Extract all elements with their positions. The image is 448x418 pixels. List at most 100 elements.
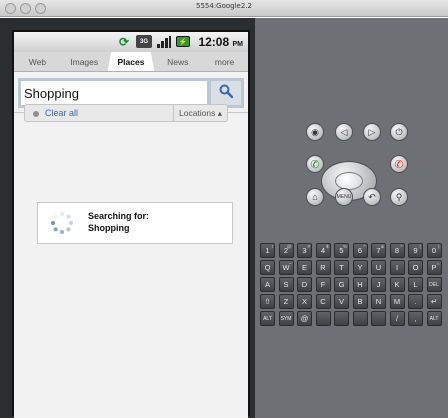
window-titlebar: 5554:Google2.2 [0,0,448,17]
key-sup-*: * [400,244,403,249]
key-V[interactable]: V [334,294,349,309]
key-space[interactable] [371,311,386,326]
key-S[interactable]: S [278,277,294,292]
power-icon[interactable]: ⏻ [390,123,408,141]
key-Y[interactable]: Y [352,260,368,275]
dpad-center-button[interactable] [335,172,363,190]
key-sup-(: ( [419,244,422,249]
signal-icon [156,35,172,48]
key-X[interactable]: X [297,294,312,309]
search-tabs: Web Images Places News more [14,52,248,72]
key-sup-$: $ [325,244,329,249]
key-sup-&: & [380,244,384,249]
key-space[interactable] [352,311,368,326]
key-3[interactable]: 3 # [297,243,312,258]
key-sup-~: ~ [288,261,292,266]
home-icon[interactable]: ⌂ [306,188,324,206]
key-space[interactable] [315,311,331,326]
key-H[interactable]: H [352,277,368,292]
key-G[interactable]: G [334,277,349,292]
key-5[interactable]: 5% [334,243,349,258]
key-9[interactable]: 9( [408,243,423,258]
key-I[interactable]: I [389,260,405,275]
menu-icon[interactable]: MENU [335,188,353,206]
key-L[interactable]: L [408,277,423,292]
key-↵[interactable]: ↵ [426,294,442,309]
key-T[interactable]: T [334,260,349,275]
key-SYM[interactable]: SYM [278,311,294,326]
spinner-icon [51,212,73,234]
key-1[interactable]: 1! [260,243,275,258]
key-K[interactable]: K [389,277,405,292]
key-C[interactable]: C [315,294,331,309]
back-icon[interactable]: ↶ [363,188,381,206]
clear-all-button[interactable]: Clear all [45,108,78,118]
sync-icon: ⟳ [118,34,130,49]
key-D[interactable]: D [297,277,312,292]
key-space[interactable] [334,311,349,326]
tab-web[interactable]: Web [14,52,61,71]
search-hard-icon[interactable]: ⚲ [390,188,408,206]
key-0[interactable]: 0) [426,243,442,258]
key-Z[interactable]: Z [278,294,294,309]
end-call-icon[interactable]: ✆ [390,155,408,173]
key-8[interactable]: 8 * [389,243,405,258]
tab-news[interactable]: News [154,52,201,71]
key-sup-=: = [436,261,440,266]
dialog-line1: Searching for: [88,211,150,221]
key-P[interactable]: P = [426,260,442,275]
key-F[interactable]: F [315,277,331,292]
search-icon [219,84,234,103]
battery-icon: ⚡ [176,36,190,47]
key-J[interactable]: J [371,277,386,292]
dialog-message: Searching for: Shopping [88,210,149,234]
status-icons: ⟳ 3G ⚡ [116,34,190,49]
tab-images[interactable]: Images [61,52,108,71]
key-sup-): ) [438,244,440,249]
key-2[interactable]: 2 @ [278,243,294,258]
device-screen: ⟳ 3G ⚡ 12:08 PM Web Images Places News m… [12,30,250,418]
locations-dropdown[interactable]: Locations ▴ [179,108,222,119]
search-button[interactable] [211,81,241,105]
key-W[interactable]: W ~ [278,260,294,275]
key-4[interactable]: 4 $ [315,243,331,258]
key-DEL[interactable]: DEL [426,277,442,292]
key-ALT[interactable]: ALT [426,311,442,326]
key-O[interactable]: O [408,260,423,275]
key-E[interactable]: E [297,260,312,275]
searching-dialog: Searching for: Shopping [37,202,233,244]
volume-down-icon[interactable]: ◁ [335,123,353,141]
key-B[interactable]: B [352,294,368,309]
key-6[interactable]: 6 ^ [352,243,368,258]
camera-icon[interactable]: ◉ [306,123,324,141]
key-sup-@: @ [286,244,292,249]
key-N[interactable]: N [371,294,386,309]
volume-up-icon[interactable]: ▷ [363,123,381,141]
tab-more[interactable]: more [201,52,248,71]
key-7[interactable]: 7 & [371,243,386,258]
emulator-controls: ◉ ◁ ▷ ⏻ ✆ ✆ ⌂ MENU ↶ ⚲ 1! 2 @3 #4 $5% 6 ^ 7 & 8 * 9… [255,18,448,418]
key-,[interactable]: , [408,311,423,326]
key-Q[interactable]: Q [260,260,275,275]
status-time: 12:08 PM [198,35,243,49]
key-U[interactable]: U [371,260,386,275]
key-sup-!: ! [271,244,273,249]
status-time-value: 12:08 [198,35,230,49]
tab-places[interactable]: Places [107,52,155,71]
search-input[interactable] [21,81,207,105]
key-ALT[interactable]: ALT [260,311,275,326]
key-@[interactable]: @ [297,311,312,326]
key-/[interactable]: / [389,311,405,326]
divider [173,105,174,121]
status-bar: ⟳ 3G ⚡ 12:08 PM [14,32,248,52]
key-.[interactable]: . [408,294,423,309]
filter-bar: Clear all Locations ▴ [24,104,228,122]
key-A[interactable]: A [260,277,275,292]
key-R[interactable]: R [315,260,331,275]
emulator-body: ⟳ 3G ⚡ 12:08 PM Web Images Places News m… [0,18,448,418]
clear-dot-icon [33,111,39,117]
key-⇧[interactable]: ⇧ [260,294,275,309]
key-M[interactable]: M [389,294,405,309]
network-3g-icon: 3G [136,35,152,48]
dialog-line2: Shopping [88,223,130,233]
